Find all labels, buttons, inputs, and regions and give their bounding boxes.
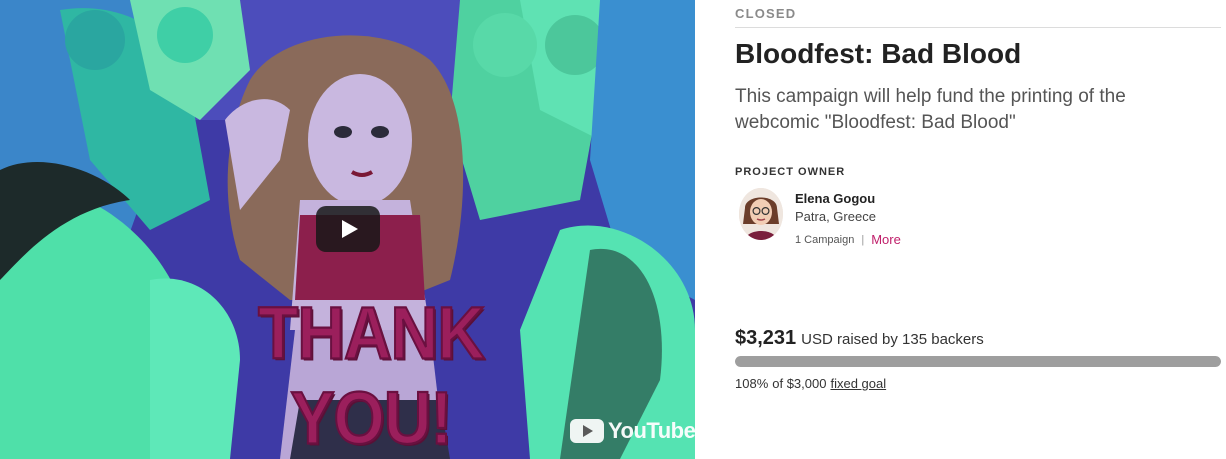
campaign-status-label: CLOSED (735, 6, 797, 21)
campaign-title: Bloodfest: Bad Blood (735, 38, 1022, 69)
campaign-info-panel: CLOSED Bloodfest: Bad Blood This campaig… (735, 0, 1221, 459)
owner-meta-separator: | (861, 233, 865, 246)
youtube-play-icon (570, 419, 604, 443)
status-divider (735, 27, 1221, 28)
owner-location: Patra, Greece (795, 209, 876, 224)
funds-raised: $3,231 USD raised by 135 backers (735, 327, 984, 350)
video-play-button[interactable] (316, 206, 380, 252)
fixed-goal-link[interactable]: fixed goal (830, 376, 886, 391)
goal-percent: 108% (735, 376, 769, 391)
thank-you-overlay-text: THANK YOU! (257, 290, 486, 459)
campaign-subtitle: This campaign will help fund the printin… (735, 86, 1126, 133)
owner-meta: 1 Campaign | More (795, 232, 901, 247)
raised-amount: $3,231 (735, 327, 797, 349)
youtube-logo-link[interactable]: YouTube (570, 418, 695, 444)
owner-more-link[interactable]: More (871, 232, 901, 247)
goal-amount: of $3,000 (772, 376, 827, 391)
project-owner-label: PROJECT OWNER (735, 166, 846, 178)
owner-campaign-count: 1 Campaign (795, 233, 855, 246)
owner-avatar-image (739, 188, 783, 240)
funding-goal: 108% of $3,000 fixed goal (735, 376, 886, 391)
funding-progress-bar (735, 356, 1221, 367)
play-icon (342, 220, 358, 238)
funding-progress-fill (735, 356, 1221, 367)
youtube-wordmark: YouTube (608, 418, 695, 443)
owner-name-link[interactable]: Elena Gogou (795, 191, 875, 206)
owner-avatar[interactable] (739, 188, 783, 240)
campaign-video[interactable]: THANK YOU! YouTube (0, 0, 695, 459)
raised-description: USD raised by 135 backers (801, 331, 984, 348)
